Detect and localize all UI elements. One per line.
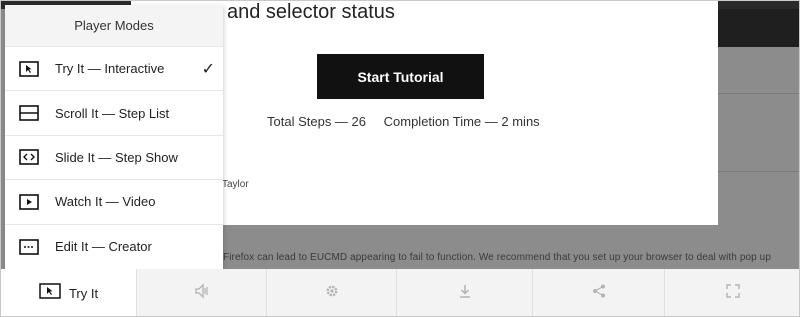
- menu-item-scroll-it[interactable]: Scroll It — Step List: [5, 91, 223, 136]
- menu-item-watch-it[interactable]: Watch It — Video: [5, 180, 223, 225]
- settings-button[interactable]: [267, 269, 397, 316]
- download-icon: [457, 283, 473, 304]
- menu-item-slide-it[interactable]: Slide It — Step Show: [5, 136, 223, 181]
- menu-item-label: Slide It — Step Show: [55, 149, 178, 165]
- start-tutorial-button[interactable]: Start Tutorial: [317, 54, 484, 99]
- share-button[interactable]: [533, 269, 665, 316]
- checkmark-icon: ✓: [201, 61, 215, 78]
- player-toolbar: Try It: [1, 269, 799, 316]
- modal-heading: and selector status: [227, 1, 395, 23]
- list-box-icon: [19, 103, 39, 123]
- player-modes-menu: Player Modes Try It — Interactive ✓ Scro…: [5, 5, 223, 269]
- edit-box-icon: [19, 237, 39, 257]
- audio-icon: [194, 283, 210, 304]
- menu-item-label: Edit It — Creator: [55, 239, 152, 255]
- current-mode-label: Try It: [68, 286, 99, 301]
- menu-item-try-it[interactable]: Try It — Interactive ✓: [5, 47, 223, 92]
- settings-icon: [324, 283, 340, 304]
- completion-time: Completion Time — 2 mins: [383, 114, 540, 129]
- player-frame: Firefox can lead to EUCMD appearing to f…: [0, 0, 800, 317]
- cursor-box-icon: [19, 59, 39, 79]
- menu-item-label: Watch It — Video: [55, 194, 156, 210]
- share-icon: [591, 283, 607, 304]
- background-body-text: Firefox can lead to EUCMD appearing to f…: [223, 252, 772, 263]
- menu-title: Player Modes: [5, 5, 223, 47]
- cursor-box-icon: [39, 283, 61, 304]
- slides-box-icon: [19, 147, 39, 167]
- tutorial-stats: Total Steps — 26 Completion Time — 2 min…: [267, 114, 540, 129]
- fullscreen-button[interactable]: [665, 269, 799, 316]
- menu-item-edit-it[interactable]: Edit It — Creator: [5, 225, 223, 269]
- play-box-icon: [19, 192, 39, 212]
- audio-button[interactable]: [137, 269, 267, 316]
- download-button[interactable]: [397, 269, 533, 316]
- total-steps: Total Steps — 26: [267, 114, 366, 129]
- fullscreen-icon: [725, 283, 741, 304]
- author-name: Taylor: [222, 179, 249, 190]
- menu-item-label: Try It — Interactive: [55, 61, 165, 77]
- player-mode-button[interactable]: Try It: [1, 269, 137, 316]
- menu-item-label: Scroll It — Step List: [55, 105, 170, 121]
